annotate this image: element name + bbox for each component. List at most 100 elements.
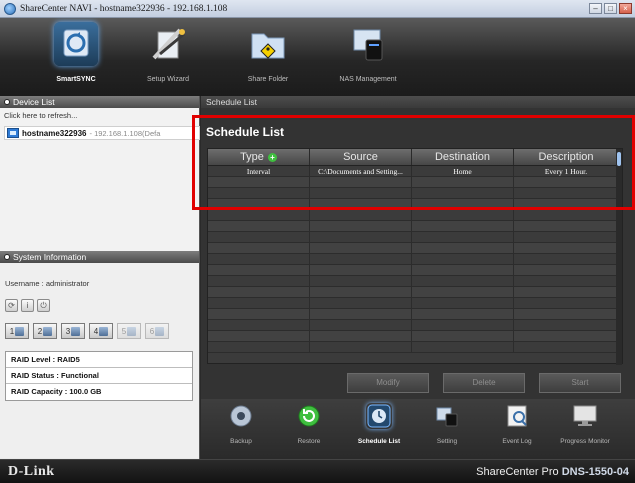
product-name: ShareCenter Pro DNS-1550-04: [476, 466, 629, 478]
event-log-icon: [507, 405, 527, 427]
table-row-empty: [208, 298, 622, 309]
device-list-header: Device List: [0, 96, 199, 108]
table-row[interactable]: Interval C:\Documents and Setting... Hom…: [208, 166, 622, 177]
table-row-empty: [208, 254, 622, 265]
cell-source: C:\Documents and Setting...: [310, 166, 412, 176]
table-row-empty: [208, 232, 622, 243]
table-row-empty: [208, 243, 622, 254]
minimize-button[interactable]: –: [589, 3, 602, 14]
table-row-empty: [208, 199, 622, 210]
raid-capacity: RAID Capacity : 100.0 GB: [11, 387, 102, 396]
system-info-title: System Information: [13, 252, 87, 262]
maximize-button[interactable]: □: [604, 3, 617, 14]
toolbar-label: Setup Wizard: [146, 76, 190, 83]
raid-level: RAID Level : RAID5: [6, 352, 192, 368]
model-number: DNS-1550-04: [561, 466, 629, 478]
username-label: Username : administrator: [5, 279, 90, 288]
table-row-empty: [208, 177, 622, 188]
modify-button[interactable]: Modify: [347, 373, 429, 393]
backup-icon: [230, 405, 252, 427]
smartsync-toolbar: Backup Restore Schedule List Setting Eve…: [201, 399, 635, 459]
start-button[interactable]: Start: [539, 373, 621, 393]
device-ip: - 192.168.1.108(Defa: [89, 128, 161, 138]
smartsync-icon: [54, 22, 98, 66]
collapse-icon[interactable]: [4, 254, 10, 260]
refresh-link[interactable]: Click here to refresh...: [4, 111, 195, 120]
table-row-empty: [208, 210, 622, 221]
tool-restore[interactable]: Restore: [281, 403, 337, 446]
system-info-panel: Username : administrator ⟳ i ⏻ 1 2 3 4 5…: [0, 263, 199, 458]
raid-status: RAID Status : Functional: [6, 368, 192, 384]
device-item[interactable]: hostname322936 - 192.168.1.108(Defa: [4, 126, 200, 140]
page-title: Schedule List: [206, 125, 285, 139]
breadcrumb: Schedule List: [201, 96, 635, 108]
disk-status-row: 1 2 3 4 5 6: [5, 323, 194, 339]
share-folder-icon: [251, 33, 285, 59]
sync-icon[interactable]: ⟳: [5, 299, 18, 312]
disk-3: 3: [61, 323, 85, 339]
restore-icon: [298, 405, 320, 427]
power-icon[interactable]: ⏻: [37, 299, 50, 312]
disk-6: 6: [145, 323, 169, 339]
toolbar-label: Share Folder: [247, 76, 289, 83]
cell-type: Interval: [208, 166, 310, 176]
cell-description: Every 1 Hour.: [544, 167, 588, 176]
main-toolbar: SmartSYNC Setup Wizard Share Folder NAS …: [0, 18, 635, 96]
device-list: Click here to refresh... hostname322936 …: [0, 108, 200, 251]
setup-wizard-icon: [152, 28, 185, 60]
tool-label: Restore: [297, 438, 321, 445]
disk-1: 1: [5, 323, 29, 339]
toolbar-setup-wizard[interactable]: Setup Wizard: [128, 22, 208, 83]
disk-4: 4: [89, 323, 113, 339]
table-row-empty: [208, 331, 622, 342]
window-titlebar: ShareCenter NAVI - hostname322936 - 192.…: [0, 0, 635, 18]
footer-bar: D-Link ShareCenter Pro DNS-1550-04: [0, 459, 635, 483]
nas-device-icon: [7, 128, 19, 138]
column-description: Description: [538, 150, 594, 163]
window-controls: – □ ×: [589, 3, 632, 14]
tool-label: Schedule List: [357, 438, 401, 445]
table-header: Type + Source Destination Description: [208, 149, 622, 166]
schedule-list-icon: [367, 404, 391, 428]
column-type: Type +: [208, 149, 310, 165]
toolbar-label: NAS Management: [339, 76, 397, 83]
system-icon-row: ⟳ i ⏻: [5, 299, 194, 312]
table-scrollbar[interactable]: [616, 149, 622, 365]
tool-event-log[interactable]: Event Log: [489, 403, 545, 446]
table-row-empty: [208, 342, 622, 353]
disk-5: 5: [117, 323, 141, 339]
progress-monitor-icon: [573, 405, 597, 426]
tool-schedule-list[interactable]: Schedule List: [351, 403, 407, 446]
action-buttons: Modify Delete Start: [201, 373, 635, 395]
disk-2: 2: [33, 323, 57, 339]
app-icon: [4, 2, 16, 15]
device-list-title: Device List: [13, 97, 55, 107]
toolbar-nas-management[interactable]: NAS Management: [328, 22, 408, 83]
toolbar-smartsync[interactable]: SmartSYNC: [36, 22, 116, 83]
tool-progress-monitor[interactable]: Progress Monitor: [557, 403, 613, 446]
tool-backup[interactable]: Backup: [213, 403, 269, 446]
tool-label: Backup: [230, 438, 252, 445]
tool-label: Event Log: [502, 438, 532, 445]
scrollbar-thumb[interactable]: [617, 152, 621, 166]
column-source: Source: [310, 149, 412, 165]
tool-label: Setting: [436, 438, 458, 445]
table-row-empty: [208, 265, 622, 276]
table-row-empty: [208, 320, 622, 331]
schedule-table: Type + Source Destination Description In…: [207, 148, 623, 365]
collapse-icon[interactable]: [4, 99, 10, 105]
cell-destination: Home: [412, 166, 514, 176]
table-row-empty: [208, 287, 622, 298]
dlink-logo: D-Link: [8, 464, 55, 479]
add-schedule-icon[interactable]: +: [267, 152, 277, 162]
window-title: ShareCenter NAVI - hostname322936 - 192.…: [20, 3, 228, 14]
info-icon[interactable]: i: [21, 299, 34, 312]
delete-button[interactable]: Delete: [443, 373, 525, 393]
setting-icon: [436, 407, 458, 427]
raid-info-box: RAID Level : RAID5 RAID Status : Functio…: [5, 351, 193, 401]
table-row-empty: [208, 276, 622, 287]
close-button[interactable]: ×: [619, 3, 632, 14]
left-panel: Device List Click here to refresh... hos…: [0, 96, 200, 459]
tool-setting[interactable]: Setting: [419, 403, 475, 446]
toolbar-share-folder[interactable]: Share Folder: [228, 22, 308, 83]
